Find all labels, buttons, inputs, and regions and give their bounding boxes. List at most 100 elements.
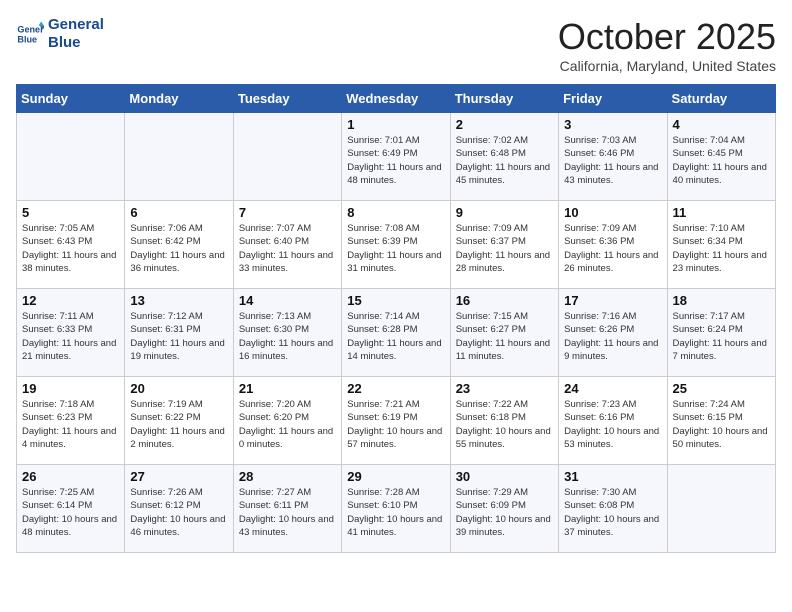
calendar-cell: 12 Sunrise: 7:11 AM Sunset: 6:33 PM Dayli…	[17, 289, 125, 377]
day-info: Sunrise: 7:04 AM Sunset: 6:45 PM Dayligh…	[673, 134, 770, 187]
calendar-cell: 10 Sunrise: 7:09 AM Sunset: 6:36 PM Dayli…	[559, 201, 667, 289]
calendar-cell: 18Sunrise: 7:17 AM Sunset: 6:24 PM Dayli…	[667, 289, 775, 377]
day-info: Sunrise: 7:12 AM Sunset: 6:31 PM Dayligh…	[130, 310, 227, 363]
calendar-week-row: 19Sunrise: 7:18 AM Sunset: 6:23 PM Dayli…	[17, 377, 776, 465]
day-info: Sunrise: 7:27 AM Sunset: 6:11 PM Dayligh…	[239, 486, 336, 539]
weekday-header-thursday: Thursday	[450, 85, 558, 113]
calendar-week-row: 1Sunrise: 7:01 AM Sunset: 6:49 PM Daylig…	[17, 113, 776, 201]
day-info: Sunrise: 7:20 AM Sunset: 6:20 PM Dayligh…	[239, 398, 336, 451]
day-info: Sunrise: 7:09 AM Sunset: 6:37 PM Dayligh…	[456, 222, 553, 275]
calendar-cell: 7 Sunrise: 7:07 AM Sunset: 6:40 PM Daylig…	[233, 201, 341, 289]
day-info: Sunrise: 7:14 AM Sunset: 6:28 PM Dayligh…	[347, 310, 444, 363]
calendar-cell: 1Sunrise: 7:01 AM Sunset: 6:49 PM Daylig…	[342, 113, 450, 201]
day-info: Sunrise: 7:30 AM Sunset: 6:08 PM Dayligh…	[564, 486, 661, 539]
day-info: Sunrise: 7:16 AM Sunset: 6:26 PM Dayligh…	[564, 310, 661, 363]
day-info: Sunrise: 7:06 AM Sunset: 6:42 PM Dayligh…	[130, 222, 227, 275]
day-info: Sunrise: 7:02 AM Sunset: 6:48 PM Dayligh…	[456, 134, 553, 187]
day-info: Sunrise: 7:26 AM Sunset: 6:12 PM Dayligh…	[130, 486, 227, 539]
day-number: 28	[239, 469, 336, 484]
day-number: 14	[239, 293, 336, 308]
logo-icon: General Blue	[16, 20, 44, 48]
day-info: Sunrise: 7:22 AM Sunset: 6:18 PM Dayligh…	[456, 398, 553, 451]
calendar-cell: 2Sunrise: 7:02 AM Sunset: 6:48 PM Daylig…	[450, 113, 558, 201]
day-number: 4	[673, 117, 770, 132]
calendar-cell: 28 Sunrise: 7:27 AM Sunset: 6:11 PM Dayli…	[233, 465, 341, 553]
location-subtitle: California, Maryland, United States	[558, 58, 776, 74]
day-number: 11	[673, 205, 770, 220]
calendar-cell: 30Sunrise: 7:29 AM Sunset: 6:09 PM Dayli…	[450, 465, 558, 553]
month-title: October 2025	[558, 16, 776, 58]
day-number: 7	[239, 205, 336, 220]
calendar-cell: 26 Sunrise: 7:25 AM Sunset: 6:14 PM Dayli…	[17, 465, 125, 553]
calendar-week-row: 12 Sunrise: 7:11 AM Sunset: 6:33 PM Dayli…	[17, 289, 776, 377]
day-number: 13	[130, 293, 227, 308]
day-number: 24	[564, 381, 661, 396]
day-info: Sunrise: 7:10 AM Sunset: 6:34 PM Dayligh…	[673, 222, 770, 275]
calendar-cell: 11 Sunrise: 7:10 AM Sunset: 6:34 PM Dayli…	[667, 201, 775, 289]
day-number: 23	[456, 381, 553, 396]
weekday-header-monday: Monday	[125, 85, 233, 113]
day-number: 17	[564, 293, 661, 308]
calendar-cell: 23 Sunrise: 7:22 AM Sunset: 6:18 PM Dayli…	[450, 377, 558, 465]
calendar-cell: 17 Sunrise: 7:16 AM Sunset: 6:26 PM Dayli…	[559, 289, 667, 377]
svg-text:Blue: Blue	[17, 34, 37, 44]
day-number: 26	[22, 469, 119, 484]
calendar-cell	[233, 113, 341, 201]
weekday-header-tuesday: Tuesday	[233, 85, 341, 113]
weekday-header-saturday: Saturday	[667, 85, 775, 113]
calendar-cell: 4 Sunrise: 7:04 AM Sunset: 6:45 PM Daylig…	[667, 113, 775, 201]
day-info: Sunrise: 7:07 AM Sunset: 6:40 PM Dayligh…	[239, 222, 336, 275]
calendar-cell	[17, 113, 125, 201]
day-info: Sunrise: 7:15 AM Sunset: 6:27 PM Dayligh…	[456, 310, 553, 363]
day-info: Sunrise: 7:25 AM Sunset: 6:14 PM Dayligh…	[22, 486, 119, 539]
calendar-cell: 5 Sunrise: 7:05 AM Sunset: 6:43 PM Daylig…	[17, 201, 125, 289]
calendar-cell: 20 Sunrise: 7:19 AM Sunset: 6:22 PM Dayli…	[125, 377, 233, 465]
logo: General Blue General Blue	[16, 16, 104, 52]
day-info: Sunrise: 7:13 AM Sunset: 6:30 PM Dayligh…	[239, 310, 336, 363]
day-number: 31	[564, 469, 661, 484]
day-info: Sunrise: 7:08 AM Sunset: 6:39 PM Dayligh…	[347, 222, 444, 275]
calendar-cell: 6 Sunrise: 7:06 AM Sunset: 6:42 PM Daylig…	[125, 201, 233, 289]
weekday-header-row: SundayMondayTuesdayWednesdayThursdayFrid…	[17, 85, 776, 113]
calendar-cell: 29Sunrise: 7:28 AM Sunset: 6:10 PM Dayli…	[342, 465, 450, 553]
day-number: 9	[456, 205, 553, 220]
calendar-cell	[125, 113, 233, 201]
calendar-cell: 14 Sunrise: 7:13 AM Sunset: 6:30 PM Dayli…	[233, 289, 341, 377]
day-number: 10	[564, 205, 661, 220]
calendar-cell: 9 Sunrise: 7:09 AM Sunset: 6:37 PM Daylig…	[450, 201, 558, 289]
svg-text:General: General	[17, 25, 44, 35]
day-number: 20	[130, 381, 227, 396]
day-info: Sunrise: 7:11 AM Sunset: 6:33 PM Dayligh…	[22, 310, 119, 363]
day-number: 3	[564, 117, 661, 132]
day-info: Sunrise: 7:19 AM Sunset: 6:22 PM Dayligh…	[130, 398, 227, 451]
day-number: 22	[347, 381, 444, 396]
day-number: 21	[239, 381, 336, 396]
calendar-cell: 15 Sunrise: 7:14 AM Sunset: 6:28 PM Dayli…	[342, 289, 450, 377]
weekday-header-wednesday: Wednesday	[342, 85, 450, 113]
calendar-cell: 21 Sunrise: 7:20 AM Sunset: 6:20 PM Dayli…	[233, 377, 341, 465]
day-number: 15	[347, 293, 444, 308]
day-number: 16	[456, 293, 553, 308]
day-info: Sunrise: 7:24 AM Sunset: 6:15 PM Dayligh…	[673, 398, 770, 451]
day-number: 6	[130, 205, 227, 220]
day-info: Sunrise: 7:09 AM Sunset: 6:36 PM Dayligh…	[564, 222, 661, 275]
day-number: 27	[130, 469, 227, 484]
day-number: 19	[22, 381, 119, 396]
day-info: Sunrise: 7:01 AM Sunset: 6:49 PM Dayligh…	[347, 134, 444, 187]
calendar-cell: 16 Sunrise: 7:15 AM Sunset: 6:27 PM Dayli…	[450, 289, 558, 377]
day-number: 12	[22, 293, 119, 308]
calendar-cell: 13 Sunrise: 7:12 AM Sunset: 6:31 PM Dayli…	[125, 289, 233, 377]
day-info: Sunrise: 7:05 AM Sunset: 6:43 PM Dayligh…	[22, 222, 119, 275]
calendar-cell: 3Sunrise: 7:03 AM Sunset: 6:46 PM Daylig…	[559, 113, 667, 201]
calendar-cell	[667, 465, 775, 553]
page-header: General Blue General Blue October 2025 C…	[16, 16, 776, 74]
calendar-cell: 8Sunrise: 7:08 AM Sunset: 6:39 PM Daylig…	[342, 201, 450, 289]
calendar-cell: 24 Sunrise: 7:23 AM Sunset: 6:16 PM Dayli…	[559, 377, 667, 465]
day-number: 30	[456, 469, 553, 484]
day-number: 5	[22, 205, 119, 220]
calendar-cell: 25 Sunrise: 7:24 AM Sunset: 6:15 PM Dayli…	[667, 377, 775, 465]
calendar-week-row: 5 Sunrise: 7:05 AM Sunset: 6:43 PM Daylig…	[17, 201, 776, 289]
day-number: 29	[347, 469, 444, 484]
day-info: Sunrise: 7:23 AM Sunset: 6:16 PM Dayligh…	[564, 398, 661, 451]
day-number: 25	[673, 381, 770, 396]
